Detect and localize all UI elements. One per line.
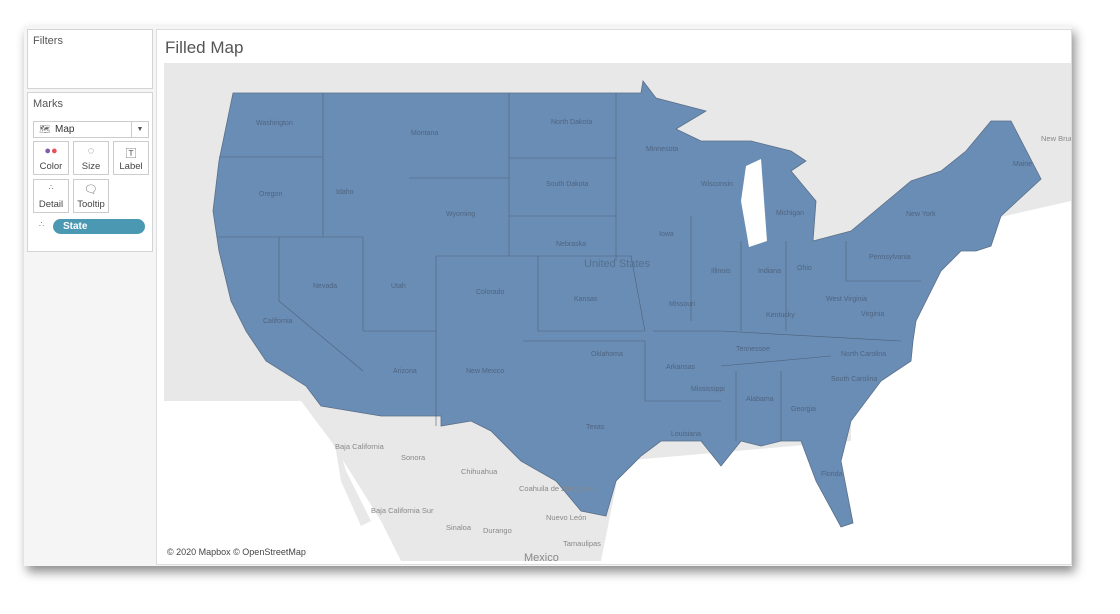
map-attribution[interactable]: © 2020 Mapbox © OpenStreetMap: [165, 547, 308, 558]
state-label: Pennsylvania: [869, 254, 911, 261]
filled-map[interactable]: Washington Oregon California Idaho Nevada Mon…: [164, 63, 1071, 561]
state-label: Wisconsin: [701, 181, 733, 188]
marks-card: Marks 🗺 Map ▼ ●● Color ◌ Size 🅃 Label ∴ …: [27, 92, 153, 252]
detail-label: Detail: [38, 199, 64, 210]
state-label: South Carolina: [831, 376, 877, 383]
detail-icon: ∴: [48, 183, 54, 192]
state-label: Arizona: [393, 368, 417, 375]
state-label: Minnesota: [646, 146, 678, 153]
state-label: Illinois: [711, 268, 731, 275]
state-label: Louisiana: [671, 431, 701, 438]
state-label: Iowa: [659, 231, 674, 238]
state-label: California: [263, 318, 293, 325]
size-icon: ◌: [87, 145, 95, 157]
state-label: Colorado: [476, 289, 505, 296]
place-label: Tamaulipas: [563, 539, 601, 548]
label-button[interactable]: 🅃 Label: [113, 141, 149, 175]
state-label: Georgia: [791, 406, 816, 413]
tooltip-label: Tooltip: [77, 199, 105, 210]
state-field-pill[interactable]: State: [53, 219, 145, 234]
country-label: United States: [584, 258, 651, 270]
map-view: Filled Map Washington Oregon California Ida…: [156, 29, 1072, 565]
size-button[interactable]: ◌ Size: [73, 141, 109, 175]
state-label: Alabama: [746, 396, 774, 403]
place-label: Durango: [483, 526, 512, 535]
state-label: Montana: [411, 130, 438, 137]
state-label: Florida: [821, 471, 843, 478]
state-label: South Dakota: [546, 181, 589, 188]
place-label: Mexico: [524, 552, 559, 561]
state-label: West Virginia: [826, 296, 867, 303]
state-label: Oregon: [259, 191, 282, 198]
state-label: New York: [906, 211, 936, 218]
place-label: New Brunswick: [1041, 134, 1071, 143]
mark-type-dropdown[interactable]: 🗺 Map ▼: [33, 121, 149, 138]
place-label: Sonora: [401, 453, 426, 462]
size-label: Size: [81, 161, 101, 172]
state-label: Nevada: [313, 283, 337, 290]
state-label: New Mexico: [466, 368, 504, 375]
filters-shelf[interactable]: Filters: [27, 29, 153, 89]
state-label: Mississippi: [691, 386, 725, 393]
mark-type-value: Map: [55, 124, 75, 135]
map-canvas[interactable]: Washington Oregon California Idaho Nevada Mon…: [164, 63, 1071, 561]
state-label: Virginia: [861, 311, 884, 318]
state-label: Maine: [1013, 161, 1032, 168]
tooltip-button[interactable]: 🗨 Tooltip: [73, 179, 109, 213]
state-label: Nebraska: [556, 241, 586, 248]
state-label: Kentucky: [766, 312, 795, 319]
place-label: Chihuahua: [461, 467, 498, 476]
place-label: Baja California: [335, 442, 385, 451]
label-icon: 🅃: [125, 148, 137, 160]
state-label: Wyoming: [446, 211, 475, 218]
detail-button[interactable]: ∴ Detail: [33, 179, 69, 213]
state-label: North Carolina: [841, 351, 886, 358]
state-label: Utah: [391, 283, 406, 290]
filters-title: Filters: [33, 35, 63, 47]
tooltip-icon: 🗨: [84, 184, 98, 196]
place-label: Nuevo León: [546, 513, 586, 522]
state-label: Oklahoma: [591, 351, 623, 358]
label-label: Label: [119, 161, 143, 172]
sheet-title: Filled Map: [165, 38, 244, 57]
color-dots-icon: ●●: [44, 145, 58, 157]
detail-icon: ∴: [39, 220, 44, 229]
marks-title: Marks: [33, 98, 63, 110]
tableau-worksheet: Filters Marks 🗺 Map ▼ ●● Color ◌ Size 🅃 …: [24, 26, 1072, 566]
state-label: Tennessee: [736, 346, 770, 353]
color-label: Color: [39, 161, 63, 172]
map-icon: 🗺: [39, 124, 51, 134]
state-label: Arkansas: [666, 364, 696, 371]
state-label: Michigan: [776, 210, 804, 217]
state-label: Idaho: [336, 189, 354, 196]
color-button[interactable]: ●● Color: [33, 141, 69, 175]
state-label: Washington: [256, 120, 293, 127]
state-label: Ohio: [797, 265, 812, 272]
state-label: Indiana: [758, 268, 781, 275]
state-label: North Dakota: [551, 119, 592, 126]
state-label: Texas: [586, 424, 605, 431]
place-label: Sinaloa: [446, 523, 472, 532]
place-label: Coahuila de Zaragoza: [519, 484, 594, 493]
state-label: Kansas: [574, 296, 598, 303]
state-label: Missouri: [669, 301, 696, 308]
place-label: Baja California Sur: [371, 506, 434, 515]
chevron-down-icon[interactable]: ▼: [131, 122, 148, 137]
